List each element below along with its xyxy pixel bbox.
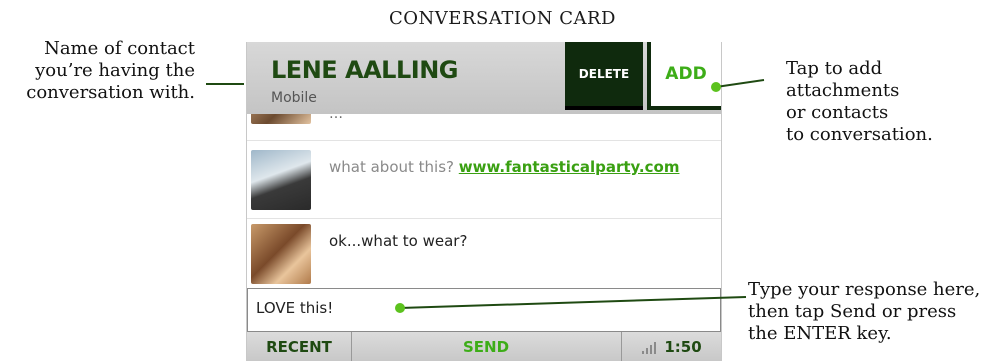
message-row[interactable]: what about this? www.fantasticalparty.co… (247, 148, 721, 214)
diagram-title: CONVERSATION CARD (389, 8, 616, 29)
status-area: 1:50 (621, 332, 721, 361)
message-divider (247, 140, 721, 141)
contact-name: LENE AALLING (271, 56, 458, 84)
annotation-line: Tap to add (786, 58, 883, 79)
avatar (251, 224, 311, 284)
add-button[interactable]: ADD (647, 42, 721, 110)
annotation-line: then tap Send or press (748, 301, 957, 322)
card-header: LENE AALLING Mobile DELETE ADD (247, 42, 721, 114)
annotation-contact-name: Name of contact you’re having the conver… (26, 38, 195, 104)
annotation-line: or contacts (786, 102, 889, 123)
message-link[interactable]: www.fantasticalparty.com (459, 158, 680, 176)
annotation-line: the ENTER key. (748, 323, 892, 344)
reply-input[interactable]: LOVE this! (247, 288, 721, 332)
annotation-line: attachments (786, 80, 900, 101)
message-row[interactable]: ok...what to wear? (247, 222, 721, 286)
avatar (251, 150, 311, 210)
annotation-line: Name of contact (44, 38, 195, 59)
send-button[interactable]: SEND (351, 332, 621, 361)
bottom-bar: RECENT SEND 1:50 (247, 332, 721, 361)
signal-strength-icon (642, 340, 657, 354)
callout-line-add (715, 79, 765, 88)
annotation-line: Type your response here, (748, 279, 981, 300)
message-text: … (329, 114, 343, 122)
delete-button[interactable]: DELETE (565, 42, 643, 110)
reply-input-value: LOVE this! (256, 299, 334, 317)
annotation-line: you’re having the (35, 60, 195, 81)
message-text: ok...what to wear? (329, 232, 468, 250)
annotation-line: to conversation. (786, 124, 933, 145)
conversation-card: LENE AALLING Mobile DELETE ADD … what ab… (246, 42, 722, 361)
message-divider (247, 218, 721, 219)
annotation-line: conversation with. (26, 82, 195, 103)
message-content: what about this? www.fantasticalparty.co… (329, 158, 679, 176)
annotation-add: Tap to add attachments or contacts to co… (786, 58, 933, 146)
contact-subtitle: Mobile (271, 90, 317, 106)
annotation-reply: Type your response here, then tap Send o… (748, 279, 1005, 345)
clock-time: 1:50 (664, 337, 702, 356)
message-text: what about this? (329, 158, 454, 176)
avatar (251, 114, 311, 124)
recent-button[interactable]: RECENT (247, 332, 352, 361)
message-row[interactable]: … (247, 114, 721, 140)
